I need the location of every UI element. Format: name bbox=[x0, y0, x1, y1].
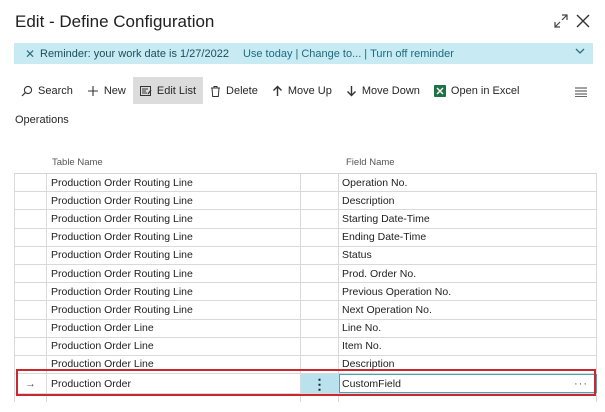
row-actions-menu-button[interactable]: ⋮ bbox=[301, 374, 339, 394]
table-name-cell[interactable]: Production Order Routing Line bbox=[47, 210, 301, 228]
table-row[interactable]: Production Order Routing Line Ending Dat… bbox=[14, 228, 597, 247]
field-name-cell[interactable]: Ending Date-Time bbox=[339, 228, 597, 246]
table-row[interactable]: Production Order Line Line No. bbox=[14, 319, 597, 338]
search-button[interactable]: Search bbox=[14, 77, 80, 104]
field-name-cell[interactable]: Operation No. bbox=[339, 174, 597, 192]
table-name-cell[interactable]: Production Order Routing Line bbox=[47, 192, 301, 210]
arrow-down-icon bbox=[346, 85, 356, 96]
new-label: New bbox=[103, 84, 126, 97]
delete-button[interactable]: Delete bbox=[203, 77, 265, 104]
section-title: Operations bbox=[15, 114, 69, 126]
arrow-up-icon bbox=[272, 85, 282, 96]
field-name-cell[interactable]: Prod. Order No. bbox=[339, 264, 597, 283]
edit-list-icon bbox=[139, 85, 152, 96]
field-name-cell[interactable]: Previous Operation No. bbox=[339, 283, 597, 301]
table-name-cell[interactable]: Production Order Line bbox=[47, 337, 301, 355]
kebab-menu-icon: ⋮ bbox=[312, 375, 327, 392]
table-name-cell[interactable]: Production Order Line bbox=[47, 355, 301, 374]
use-today-link[interactable]: Use today bbox=[243, 48, 293, 60]
table-row[interactable]: Production Order Line Item No. bbox=[14, 337, 597, 356]
field-name-input[interactable]: CustomField ··· bbox=[339, 374, 597, 394]
edit-list-button[interactable]: Edit List bbox=[132, 77, 204, 104]
move-up-button[interactable]: Move Up bbox=[265, 77, 339, 104]
plus-icon bbox=[87, 85, 98, 96]
field-name-cell[interactable]: Next Operation No. bbox=[339, 301, 597, 319]
field-name-cell[interactable]: Description bbox=[339, 355, 597, 374]
field-name-cell[interactable]: Line No. bbox=[339, 319, 597, 337]
row-indicator-arrow-icon: → bbox=[14, 374, 47, 394]
field-name-cell[interactable]: Item No. bbox=[339, 337, 597, 355]
field-name-cell[interactable]: Status bbox=[339, 246, 597, 264]
dismiss-icon[interactable]: ✕ bbox=[22, 47, 38, 61]
table-name-cell[interactable]: Production Order Line bbox=[47, 319, 301, 337]
column-header-field-name[interactable]: Field Name bbox=[346, 157, 395, 168]
list-view-icon[interactable] bbox=[575, 84, 587, 102]
table-name-cell[interactable]: Production Order Routing Line bbox=[47, 283, 301, 301]
edit-list-label: Edit List bbox=[156, 84, 197, 97]
search-label: Search bbox=[38, 84, 73, 97]
table-row[interactable]: Production Order Routing Line Starting D… bbox=[14, 210, 597, 229]
table-name-cell[interactable]: Production Order Routing Line bbox=[47, 264, 301, 283]
selected-table-row[interactable]: → Production Order ⋮ CustomField ··· bbox=[14, 374, 597, 395]
move-down-label: Move Down bbox=[361, 84, 420, 97]
table-row-partial bbox=[14, 394, 597, 403]
work-date-reminder-banner: ✕ Reminder: your work date is 1/27/2022 … bbox=[14, 43, 593, 64]
close-icon[interactable] bbox=[573, 10, 593, 32]
table-name-cell[interactable]: Production Order bbox=[47, 374, 301, 394]
table-row[interactable]: Production Order Line Description bbox=[14, 355, 597, 375]
turn-off-reminder-link[interactable]: Turn off reminder bbox=[370, 48, 454, 60]
search-icon bbox=[21, 85, 33, 96]
table-row[interactable]: Production Order Routing Line Descriptio… bbox=[14, 192, 597, 211]
field-name-cell[interactable]: Starting Date-Time bbox=[339, 210, 597, 228]
new-button[interactable]: New bbox=[80, 77, 133, 104]
open-in-excel-label: Open in Excel bbox=[450, 84, 520, 97]
action-toolbar: Search New Edit List Delete Move Up Move… bbox=[14, 77, 526, 104]
operations-grid: Production Order Routing Line Operation … bbox=[14, 173, 597, 403]
trash-icon bbox=[211, 85, 221, 97]
reminder-message: Reminder: your work date is 1/27/2022 bbox=[40, 47, 229, 60]
move-down-button[interactable]: Move Down bbox=[339, 77, 427, 104]
excel-icon bbox=[433, 84, 446, 97]
page-title: Edit - Define Configuration bbox=[15, 12, 215, 31]
edit-define-configuration-window: Edit - Define Configuration ✕ Reminder: … bbox=[0, 0, 605, 412]
move-up-label: Move Up bbox=[287, 84, 332, 97]
table-row[interactable]: Production Order Routing Line Status bbox=[14, 246, 597, 265]
table-row[interactable]: Production Order Routing Line Next Opera… bbox=[14, 301, 597, 320]
change-to-link[interactable]: Change to... bbox=[301, 48, 361, 60]
expand-icon[interactable] bbox=[551, 10, 571, 32]
open-in-excel-button[interactable]: Open in Excel bbox=[427, 77, 526, 104]
table-row[interactable]: Production Order Routing Line Previous O… bbox=[14, 283, 597, 302]
column-header-table-name[interactable]: Table Name bbox=[52, 157, 103, 168]
lookup-ellipsis-button[interactable]: ··· bbox=[574, 378, 588, 390]
table-name-cell[interactable]: Production Order Routing Line bbox=[47, 228, 301, 246]
field-name-cell[interactable]: Description bbox=[339, 192, 597, 210]
field-name-value: CustomField bbox=[342, 377, 401, 390]
delete-label: Delete bbox=[226, 84, 258, 97]
table-row[interactable]: Production Order Routing Line Prod. Orde… bbox=[14, 264, 597, 284]
table-name-cell[interactable]: Production Order Routing Line bbox=[47, 246, 301, 264]
table-row[interactable]: Production Order Routing Line Operation … bbox=[14, 174, 597, 193]
chevron-down-icon[interactable] bbox=[575, 46, 585, 59]
table-name-cell[interactable]: Production Order Routing Line bbox=[47, 301, 301, 319]
table-name-cell[interactable]: Production Order Routing Line bbox=[47, 174, 301, 192]
